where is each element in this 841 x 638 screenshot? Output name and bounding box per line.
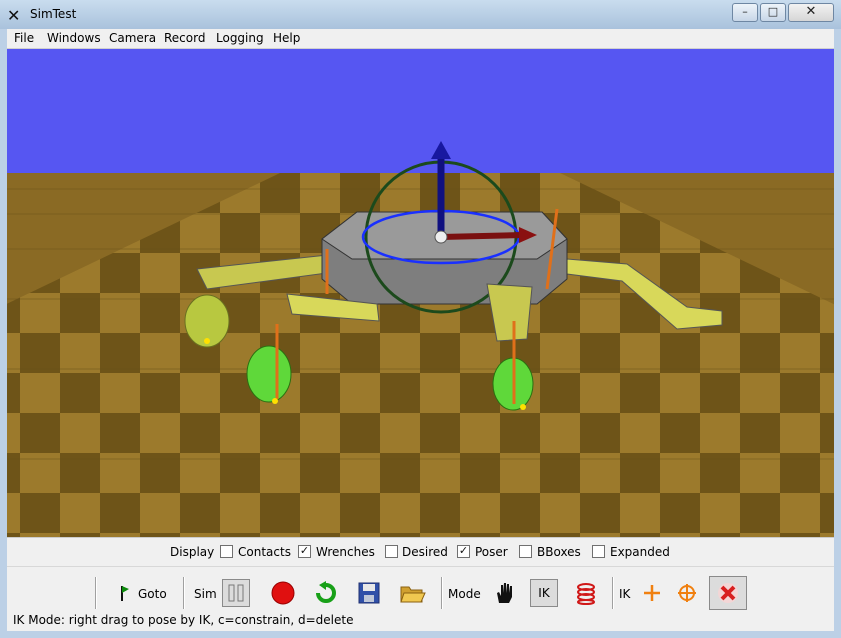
reset-icon[interactable] bbox=[312, 579, 340, 607]
plus-icon[interactable] bbox=[638, 579, 666, 607]
poser-label: Poser bbox=[475, 545, 508, 559]
menu-bar: File Windows Camera Record Logging Help bbox=[7, 29, 834, 49]
open-folder-icon[interactable] bbox=[399, 579, 427, 607]
x-logo-icon: ✕ bbox=[7, 6, 21, 25]
menu-record[interactable]: Record bbox=[164, 31, 205, 45]
menu-camera[interactable]: Camera bbox=[109, 31, 156, 45]
front-left-wheel[interactable] bbox=[246, 345, 292, 403]
3d-viewport[interactable] bbox=[7, 49, 834, 537]
save-icon[interactable] bbox=[355, 579, 383, 607]
expanded-label: Expanded bbox=[610, 545, 670, 559]
goto-button[interactable]: Goto bbox=[138, 587, 167, 601]
display-label: Display bbox=[170, 545, 215, 559]
desired-checkbox[interactable] bbox=[385, 545, 398, 558]
toolbar-separator bbox=[95, 577, 97, 609]
mode-label: Mode bbox=[448, 587, 481, 601]
delete-icon[interactable] bbox=[709, 576, 747, 610]
title-bar[interactable]: ✕ SimTest – □ ✕ bbox=[0, 0, 841, 29]
wrenches-checkbox[interactable]: ✓ bbox=[298, 545, 311, 558]
pause-icon[interactable] bbox=[222, 579, 250, 607]
menu-logging[interactable]: Logging bbox=[216, 31, 264, 45]
poser-checkbox[interactable]: ✓ bbox=[457, 545, 470, 558]
display-options-bar: Display Contacts ✓ Wrenches Desired ✓ Po… bbox=[7, 537, 834, 566]
sky bbox=[7, 49, 834, 173]
maximize-button[interactable]: □ bbox=[760, 3, 786, 22]
wrenches-label: Wrenches bbox=[316, 545, 375, 559]
desired-label: Desired bbox=[402, 545, 448, 559]
menu-file[interactable]: File bbox=[14, 31, 34, 45]
x-axis-handle[interactable] bbox=[440, 232, 523, 240]
flag-icon[interactable] bbox=[112, 579, 140, 607]
close-button[interactable]: ✕ bbox=[788, 3, 834, 22]
window-title: SimTest bbox=[30, 7, 77, 21]
status-text: IK Mode: right drag to pose by IK, c=con… bbox=[13, 613, 354, 627]
ik-mode-button[interactable]: IK bbox=[530, 579, 558, 607]
bboxes-checkbox[interactable] bbox=[519, 545, 532, 558]
contacts-label: Contacts bbox=[238, 545, 291, 559]
minimize-button[interactable]: – bbox=[732, 3, 758, 22]
target-icon[interactable] bbox=[673, 579, 701, 607]
hand-icon[interactable] bbox=[491, 579, 519, 607]
ik-label: IK bbox=[619, 587, 631, 601]
expanded-checkbox[interactable] bbox=[592, 545, 605, 558]
record-icon[interactable] bbox=[269, 579, 297, 607]
app-window: ✕ SimTest – □ ✕ File Windows Camera Reco… bbox=[0, 0, 841, 638]
window-frame-bottom bbox=[0, 631, 841, 638]
sim-label: Sim bbox=[194, 587, 217, 601]
toolbar-separator bbox=[183, 577, 185, 609]
menu-windows[interactable]: Windows bbox=[47, 31, 101, 45]
status-bar: IK Mode: right drag to pose by IK, c=con… bbox=[7, 612, 834, 631]
toolbar-separator bbox=[612, 577, 614, 609]
bboxes-label: BBoxes bbox=[537, 545, 581, 559]
contacts-checkbox[interactable] bbox=[220, 545, 233, 558]
toolbar: Goto Sim Mode IK IK bbox=[7, 566, 834, 615]
menu-help[interactable]: Help bbox=[273, 31, 300, 45]
toolbar-separator bbox=[441, 577, 443, 609]
spring-icon[interactable] bbox=[572, 579, 600, 607]
scene-render[interactable] bbox=[7, 49, 834, 537]
